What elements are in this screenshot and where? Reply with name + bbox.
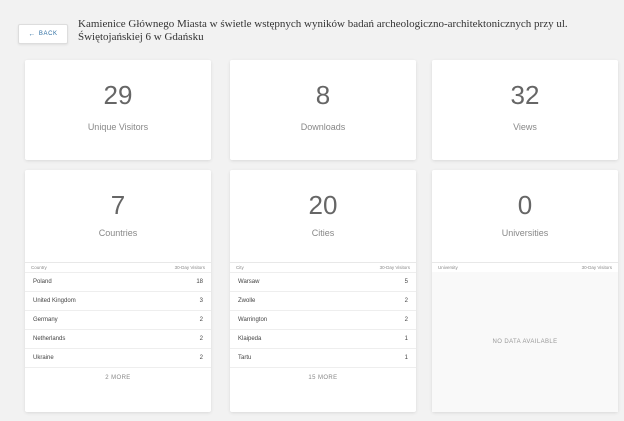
metric-label: Downloads xyxy=(300,122,346,132)
row-name: Klaipeda xyxy=(238,336,262,342)
column-header-visitors: 30-Day Visitors xyxy=(379,265,410,270)
column-header-university: University xyxy=(438,265,458,270)
universities-card: 0 Universities University 30-Day Visitor… xyxy=(432,170,618,412)
back-button[interactable]: ← BACK xyxy=(18,24,68,44)
countries-label: Countries xyxy=(98,228,138,238)
page-title: Kamienice Głównego Miasta w świetle wstę… xyxy=(78,18,568,43)
table-row: Warrington 2 xyxy=(230,310,416,329)
table-row: Tartu 1 xyxy=(230,348,416,367)
row-name: Ukraine xyxy=(33,355,54,361)
column-header-visitors: 30-Day Visitors xyxy=(581,265,612,270)
cities-label: Cities xyxy=(311,228,335,238)
countries-more-button[interactable]: 2 MORE xyxy=(25,367,211,388)
column-header-visitors: 30-Day Visitors xyxy=(174,265,205,270)
column-header-city: City xyxy=(236,265,244,270)
row-count: 5 xyxy=(404,279,408,285)
row-name: Netherlands xyxy=(33,336,66,342)
row-name: Warsaw xyxy=(238,279,260,285)
row-count: 1 xyxy=(404,336,408,342)
row-count: 2 xyxy=(199,317,203,323)
table-row: Klaipeda 1 xyxy=(230,329,416,348)
cities-more-button[interactable]: 15 MORE xyxy=(230,367,416,388)
countries-table: Poland 18 United Kingdom 3 Germany 2 Nether… xyxy=(25,272,211,367)
metric-value: 32 xyxy=(510,80,540,110)
table-header: University 30-Day Visitors xyxy=(432,262,618,272)
back-button-label: BACK xyxy=(38,31,58,37)
row-name: Zwolle xyxy=(238,298,256,304)
row-name: Warrington xyxy=(238,317,268,323)
universities-label: Universities xyxy=(501,228,549,238)
analytics-page: ← BACK Kamienice Głównego Miasta w świet… xyxy=(0,0,624,421)
row-count: 2 xyxy=(199,355,203,361)
row-count: 2 xyxy=(404,298,408,304)
table-header: Country 30-Day Visitors xyxy=(25,262,211,272)
cities-table: Warsaw 5 Zwolle 2 Warrington 2 Klaipeda 1 Ta… xyxy=(230,272,416,367)
page-header: ← BACK Kamienice Głównego Miasta w świet… xyxy=(18,18,618,48)
row-count: 18 xyxy=(196,279,203,285)
column-header-country: Country xyxy=(31,265,47,270)
row-name: Germany xyxy=(33,317,58,323)
row-name: United Kingdom xyxy=(33,298,76,304)
cities-card: 20 Cities City 30-Day Visitors Warsaw 5 Z… xyxy=(230,170,416,412)
table-row: Netherlands 2 xyxy=(25,329,211,348)
cities-count: 20 xyxy=(308,190,338,220)
table-row: Zwolle 2 xyxy=(230,291,416,310)
countries-count: 7 xyxy=(110,190,126,220)
metric-label: Unique Visitors xyxy=(87,122,149,132)
row-count: 1 xyxy=(404,355,408,361)
row-name: Tartu xyxy=(238,355,252,361)
arrow-left-icon: ← xyxy=(28,30,36,38)
views-card: 32 Views xyxy=(432,60,618,160)
table-header: City 30-Day Visitors xyxy=(230,262,416,272)
universities-count: 0 xyxy=(517,190,533,220)
row-name: Poland xyxy=(33,279,52,285)
row-count: 2 xyxy=(199,336,203,342)
metric-value: 29 xyxy=(103,80,133,110)
metric-label: Views xyxy=(513,122,537,132)
row-count: 3 xyxy=(199,298,203,304)
countries-card: 7 Countries Country 30-Day Visitors Pola… xyxy=(25,170,211,412)
row-count: 2 xyxy=(404,317,408,323)
table-row: Germany 2 xyxy=(25,310,211,329)
metric-value: 8 xyxy=(315,80,331,110)
no-data-message: NO DATA AVAILABLE xyxy=(432,272,618,412)
table-row: United Kingdom 3 xyxy=(25,291,211,310)
table-row: Poland 18 xyxy=(25,272,211,291)
table-row: Ukraine 2 xyxy=(25,348,211,367)
table-row: Warsaw 5 xyxy=(230,272,416,291)
downloads-card: 8 Downloads xyxy=(230,60,416,160)
unique-visitors-card: 29 Unique Visitors xyxy=(25,60,211,160)
